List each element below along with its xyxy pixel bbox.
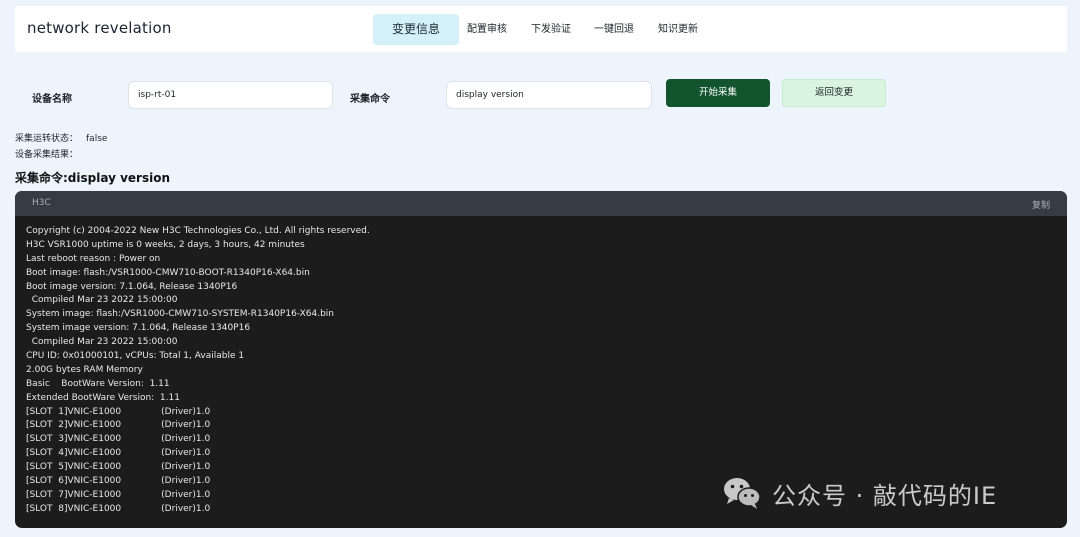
device-name-label: 设备名称 xyxy=(32,94,72,105)
code-line: CPU ID: 0x01000101, vCPUs: Total 1, Avai… xyxy=(26,351,245,362)
code-line: Extended BootWare Version: 1.11 xyxy=(26,392,180,403)
section-title: 采集命令:display version xyxy=(15,171,170,185)
code-line: Compiled Mar 23 2022 15:00:00 xyxy=(26,337,178,348)
command-label: 采集命令 xyxy=(350,94,390,105)
back-to-change-button[interactable]: 返回变更 xyxy=(782,79,886,107)
code-line: System image: flash:/VSR1000-CMW710-SYST… xyxy=(26,309,334,320)
code-line: [SLOT 3]VNIC-E1000 (Driver)1.0 xyxy=(26,434,211,445)
code-line: Boot image version: 7.1.064, Release 134… xyxy=(26,281,238,292)
collect-result-label: 设备采集结果： xyxy=(15,150,79,160)
code-header: H3C 复制 xyxy=(15,191,1067,216)
brand-title: network revelation xyxy=(27,19,172,37)
code-line: Compiled Mar 23 2022 15:00:00 xyxy=(26,295,178,306)
code-line: Boot image: flash:/VSR1000-CMW710-BOOT-R… xyxy=(26,267,310,278)
tab-deploy-verify[interactable]: 下发验证 xyxy=(531,14,571,45)
top-header: network revelation 变更信息 配置审核 下发验证 一键回退 知… xyxy=(15,6,1067,52)
watermark-text: 公众号 · 敲代码的IE xyxy=(772,481,998,510)
tab-one-click-rollback[interactable]: 一键回退 xyxy=(594,14,634,45)
start-collect-button[interactable]: 开始采集 xyxy=(666,79,770,107)
code-language-label: H3C xyxy=(32,198,51,208)
code-line: H3C VSR1000 uptime is 0 weeks, 2 days, 3… xyxy=(26,239,305,250)
code-line: 2.00G bytes RAM Memory xyxy=(26,364,143,375)
run-state-label: 采集运转状态： xyxy=(15,134,79,144)
code-line: [SLOT 2]VNIC-E1000 (Driver)1.0 xyxy=(26,420,211,431)
copy-button[interactable]: 复制 xyxy=(1032,198,1050,211)
run-state-row: 采集运转状态： false xyxy=(15,131,107,144)
command-input[interactable] xyxy=(446,81,652,109)
watermark: 公众号 · 敲代码的IE xyxy=(722,472,997,514)
code-line: [SLOT 1]VNIC-E1000 (Driver)1.0 xyxy=(26,406,211,417)
code-line: Last reboot reason : Power on xyxy=(26,253,161,264)
run-state-value: false xyxy=(86,134,108,144)
tab-change-info[interactable]: 变更信息 xyxy=(373,14,459,45)
code-line: Basic BootWare Version: 1.11 xyxy=(26,378,170,389)
code-line: Copyright (c) 2004-2022 New H3C Technolo… xyxy=(26,226,370,236)
wechat-icon xyxy=(722,475,762,511)
device-name-input[interactable] xyxy=(128,81,333,109)
code-line: System image version: 7.1.064, Release 1… xyxy=(26,323,251,334)
tab-knowledge-update[interactable]: 知识更新 xyxy=(658,14,698,45)
code-line: [SLOT 4]VNIC-E1000 (Driver)1.0 xyxy=(26,448,211,459)
tab-config-audit[interactable]: 配置审核 xyxy=(467,14,507,45)
